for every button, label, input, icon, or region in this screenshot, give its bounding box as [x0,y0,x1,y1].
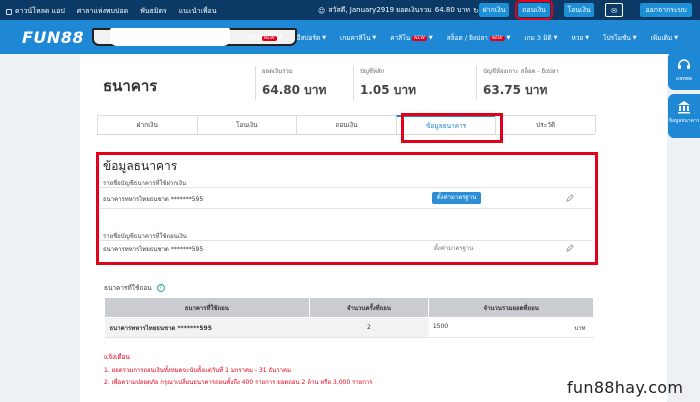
column-header: จำนวนรวมยอดที่ถอน [428,297,594,318]
notice-heading: แจ้งเตือน [104,353,130,361]
live-chat-button[interactable]: แชทสด [668,52,700,90]
chevron-down-icon: ▼ [632,35,637,41]
stat-main-account: บัญชีหลัก 1.05 บาท [353,66,416,100]
set-default-button[interactable]: ตั้งค่ามาตรฐาน [432,192,481,204]
top-bar: ดาวน์โหลด แอป ศาลาแห่งพบปอด พันธมิตร แนะ… [0,0,700,20]
chevron-down-icon: ▼ [372,35,377,41]
notice-line: 1. ยอดรวมการถอนเงินทั้งหมดจะนับตั้งแต่วั… [104,367,291,374]
divider [100,187,593,188]
bank-icon [678,101,690,114]
main-nav: FUN88 กีฬา NEW ▼ อีสปอร์ต ▼ เกมคาสิโน ▼ คาสิ… [0,20,700,54]
bank-info-side-button[interactable]: ข้อมูลธนาคาร [668,94,700,138]
nav-items: กีฬา NEW ▼ อีสปอร์ต ▼ เกมคาสิโน ▼ คาสิโน NEW ▼… [248,33,678,43]
watermark: fun88hay.com [567,378,684,397]
nav-item-3d-games[interactable]: เกม 3 มิติ ▼ [524,33,557,43]
chevron-down-icon: ▼ [278,35,283,41]
stat-value: 1.05 บาท [360,83,417,97]
transfer-button[interactable]: โอนเงิน [564,3,594,17]
nav-item-sports[interactable]: กีฬา NEW ▼ [248,33,283,43]
nav-item-casino-games[interactable]: เกมคาสิโน ▼ [340,33,376,43]
mail-icon[interactable]: ✉ [605,3,623,17]
new-badge: NEW [262,35,277,41]
divider [100,240,593,241]
edit-icon[interactable] [566,244,574,252]
bank-cell: ธนาคารทหารไทยธนชาต *******595 [104,317,310,338]
stat-label: บัญชีห้องเกาะ สล็อต - ยิงปลา [483,68,559,75]
stat-value: 64.80 บาท [262,83,327,97]
table-row: ธนาคารทหารไทยธนชาต *******595 2 1500 บาท [104,317,594,338]
headset-icon [678,59,690,69]
chevron-down-icon: ▼ [674,35,679,41]
balance-value: 64.80 บาท [434,6,471,14]
top-link-partner[interactable]: พันธมิตร [140,6,167,17]
logout-button[interactable]: ออกจากระบบ [640,3,692,17]
user-icon: ☺ [318,6,326,15]
withdraw-account-row: ธนาคารทหารไทยธนชาต *******595 [103,246,204,253]
help-icon[interactable]: ? [156,284,165,292]
deposit-account-row: ธนาคารทหารไทยธนชาต *******595 [103,196,204,203]
count-cell: 2 [309,317,429,338]
deposit-button[interactable]: ฝากเงิน [479,3,509,17]
stat-value: 63.75 บาท [483,83,548,97]
top-link-hall[interactable]: ศาลาแห่งพบปอด [77,6,128,17]
bank-tabs: ฝากเงิน โอนเงิน ถอนเงิน ข้อมูลธนาคาร ประ… [97,115,596,135]
chevron-down-icon: ▼ [506,35,511,41]
chevron-down-icon: ▼ [322,35,327,41]
withdraw-banks-label: ธนาคารที่ใช้ถอน ? [104,283,165,293]
page-title: ธนาคาร [103,77,158,95]
chevron-down-icon: ▼ [585,35,590,41]
nav-item-esports[interactable]: อีสปอร์ต ▼ [297,33,326,43]
withdraw-banks-table: ธนาคารที่ใช้ถอน จำนวนครั้งที่ถอน จำนวนรว… [104,297,594,338]
tab-history[interactable]: ประวัติ [495,115,596,134]
fun88-logo[interactable]: FUN88 [22,28,84,47]
withdraw-button[interactable]: ถอนเงิน [515,0,553,20]
nav-item-more[interactable]: เพิ่มเติม ▼ [651,33,678,43]
chevron-down-icon: ▼ [428,35,433,41]
column-header: ธนาคารที่ใช้ถอน [104,297,310,318]
divider [100,208,593,209]
tab-deposit[interactable]: ฝากเงิน [97,115,198,134]
balance-label: ยอดเงินรวม [396,6,432,14]
column-header: จำนวนครั้งที่ถอน [308,297,430,318]
set-default-link[interactable]: ตั้งค่ามาตรฐาน [434,243,473,253]
stat-total-balance: ยอดเงินรวม 64.80 บาท [255,66,326,100]
bank-info-title: ข้อมูลธนาคาร [103,159,178,173]
nav-item-slots[interactable]: สล็อต / ยิงปลา NEW ▼ [447,33,511,43]
tab-transfer[interactable]: โอนเงิน [196,115,298,134]
tab-withdraw[interactable]: ถอนเงิน [296,115,397,134]
stat-label: บัญชีหลัก [360,68,385,75]
notice-line: 2. เพื่อความปลอดภัย กรุณาเปลี่ยนธนาคารถอ… [104,379,373,386]
nav-item-casino[interactable]: คาสิโน NEW ▼ [390,33,432,43]
stat-label: ยอดเงินรวม [262,68,293,75]
nav-item-lottery[interactable]: หวย ▼ [571,33,589,43]
top-link-refer[interactable]: แนะนำเพื่อน [179,6,217,17]
top-link-download[interactable]: ดาวน์โหลด แอป [6,6,65,17]
new-badge: NEW [489,35,505,41]
nav-item-promotions[interactable]: โปรโมชั่น ▼ [603,33,637,43]
chevron-down-icon: ▼ [553,35,558,41]
edit-icon[interactable] [566,194,574,202]
user-greeting[interactable]: ☺ สวัสดี, January2919 [318,5,394,16]
tab-bank-info[interactable]: ข้อมูลธนาคาร [395,115,497,134]
phone-icon [6,8,12,15]
new-badge: NEW [412,35,427,41]
amount-cell: 1500 บาท [428,317,594,338]
top-links: ดาวน์โหลด แอป ศาลาแห่งพบปอด พันธมิตร แนะ… [6,6,217,17]
tottenham-crest-icon [110,28,230,46]
stat-slots-account: บัญชีห้องเกาะ สล็อต - ยิงปลา 63.75 บาท [476,66,559,100]
balance-display: ยอดเงินรวม 64.80 บาท ↻ [396,5,479,16]
